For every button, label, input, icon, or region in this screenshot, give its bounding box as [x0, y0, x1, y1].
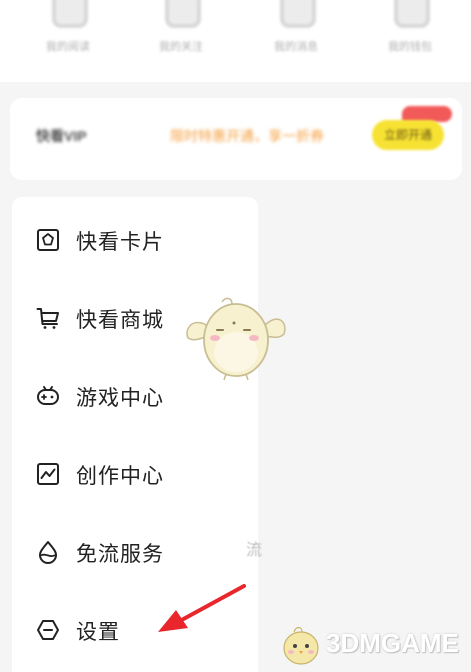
- pointer-arrow-icon: [158, 584, 246, 632]
- truncated-text: 流: [246, 542, 263, 559]
- clock-icon: [52, 0, 88, 28]
- menu-item-label: 游戏中心: [76, 387, 164, 410]
- message-icon: [280, 0, 316, 28]
- vip-banner[interactable]: 快看VIP 限时特惠开通，享一折券 立即开通: [10, 98, 462, 180]
- shortcut-following[interactable]: 我的关注: [133, 0, 229, 82]
- shortcut-label: 我的钱包: [388, 41, 432, 53]
- chart-line-icon: [37, 463, 59, 485]
- gamepad-icon: [37, 386, 59, 405]
- menu-item-free-data[interactable]: 免流服务: [12, 524, 258, 580]
- shopping-cart-icon: [36, 308, 59, 329]
- bookmark-icon: [165, 0, 201, 28]
- menu-item-label: 快看商城: [76, 309, 164, 332]
- menu-item-label: 创作中心: [76, 465, 164, 488]
- vip-open-button[interactable]: 立即开通: [372, 120, 444, 150]
- menu-item-kk-cards[interactable]: 快看卡片: [12, 212, 258, 268]
- wallet-icon: [394, 0, 430, 28]
- shortcut-messages[interactable]: 我的消息: [248, 0, 344, 82]
- shortcut-reading[interactable]: 我的阅读: [20, 0, 116, 82]
- shortcut-label: 我的阅读: [46, 41, 90, 53]
- vip-promo-text: 限时特惠开通，享一折券: [170, 128, 324, 144]
- shortcut-wallet[interactable]: 我的钱包: [362, 0, 458, 82]
- settings-hexagon-icon: [37, 620, 59, 640]
- card-pentagon-icon: [37, 229, 59, 251]
- menu-item-label: 快看卡片: [76, 231, 164, 254]
- water-drop-icon: [39, 541, 57, 564]
- chick-mascot-icon: [186, 297, 286, 381]
- watermark-chick-icon: [283, 626, 319, 665]
- shortcut-label: 我的消息: [274, 41, 318, 53]
- watermark-text: 3DMGAME: [326, 628, 459, 658]
- shortcut-label: 我的关注: [159, 41, 203, 53]
- vip-title: 快看VIP: [36, 128, 87, 144]
- shortcut-bar: 我的阅读 我的关注 我的消息 我的钱包: [0, 0, 471, 82]
- menu-item-label: 免流服务: [76, 543, 164, 566]
- menu-item-label: 设置: [76, 621, 120, 644]
- site-watermark: 3DMGAME: [276, 618, 466, 670]
- menu-item-creator-center[interactable]: 创作中心: [12, 446, 258, 502]
